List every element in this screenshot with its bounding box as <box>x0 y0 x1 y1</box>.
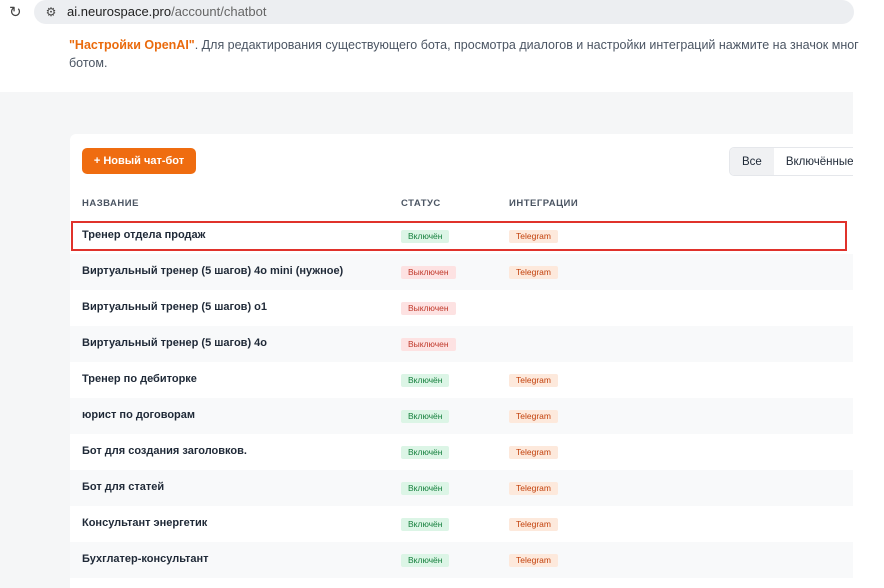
status-badge: Включён <box>401 554 450 567</box>
status-badge: Выключен <box>401 266 456 279</box>
header-name: НАЗВАНИЕ <box>82 198 139 209</box>
bot-name[interactable]: Бот для статей <box>82 481 164 493</box>
header-integrations: ИНТЕГРАЦИИ <box>509 198 579 209</box>
filter-all-button[interactable]: Все <box>730 148 774 175</box>
browser-toolbar: ↻ ⚙ ai.neurospace.pro/account/chatbot <box>0 0 884 26</box>
integration-badge: Telegram <box>509 446 558 459</box>
bot-name[interactable]: Бот для создания заголовков. <box>82 445 247 457</box>
bot-name[interactable]: Тренер по дебиторке <box>82 373 197 385</box>
status-badge: Включён <box>401 410 450 423</box>
notice-text: . Для редактирования существующего бота,… <box>194 38 859 52</box>
status-badge: Выключен <box>401 302 456 315</box>
filter-enabled-button[interactable]: Включённые <box>774 148 853 175</box>
table-row[interactable]: Бот для создания заголовков. Включён Tel… <box>70 434 853 470</box>
table-row[interactable]: Виртуальный тренер (5 шагов) 4о mini (ну… <box>70 254 853 290</box>
bot-name[interactable]: Виртуальный тренер (5 шагов) 4о <box>82 337 267 349</box>
reload-icon[interactable]: ↻ <box>9 3 25 21</box>
bot-name[interactable]: Консультант энергетик <box>82 517 207 529</box>
status-badge: Включён <box>401 518 450 531</box>
url-host: ai.neurospace.pro <box>67 4 172 19</box>
bot-name[interactable]: юрист по договорам <box>82 409 195 421</box>
status-badge: Включён <box>401 374 450 387</box>
notice-line-1: "Настройки OpenAI". Для редактирования с… <box>69 36 869 54</box>
integration-badge: Telegram <box>509 374 558 387</box>
status-badge: Выключен <box>401 338 456 351</box>
table-row[interactable]: Консультант энергетик Включён Telegram <box>70 506 853 542</box>
table-row[interactable]: Бухглатер-консультант Включён Telegram <box>70 542 853 578</box>
table-row[interactable]: Виртуальный тренер (5 шагов) о1 Выключен <box>70 290 853 326</box>
table-row[interactable]: Бот для статей Включён Telegram <box>70 470 853 506</box>
table-row[interactable]: Тренер по дебиторке Включён Telegram <box>70 362 853 398</box>
status-badge: Включён <box>401 446 450 459</box>
table-row[interactable]: Виртуальный тренер (5 шагов) 4о Выключен <box>70 326 853 362</box>
info-notice: "Настройки OpenAI". Для редактирования с… <box>69 36 869 72</box>
bot-name[interactable]: Виртуальный тренер (5 шагов) 4о mini (ну… <box>82 265 343 277</box>
table-header: НАЗВАНИЕ СТАТУС ИНТЕГРАЦИИ <box>70 194 853 212</box>
header-status: СТАТУС <box>401 198 441 209</box>
integration-badge: Telegram <box>509 518 558 531</box>
bot-name[interactable]: Бухглатер-консультант <box>82 553 209 565</box>
integration-badge: Telegram <box>509 266 558 279</box>
chatbot-table-card: + Новый чат-бот Все Включённые НАЗВАНИЕ … <box>70 134 853 588</box>
site-info-icon[interactable]: ⚙ <box>42 3 60 21</box>
integration-badge: Telegram <box>509 410 558 423</box>
openai-settings-link[interactable]: "Настройки OpenAI" <box>69 38 195 52</box>
status-badge: Включён <box>401 482 450 495</box>
row-highlight-box <box>71 221 847 251</box>
url-path: /account/chatbot <box>171 4 267 19</box>
table-row[interactable]: юрист по договорам Включён Telegram <box>70 398 853 434</box>
bot-name[interactable]: Виртуальный тренер (5 шагов) о1 <box>82 301 267 313</box>
new-chatbot-button[interactable]: + Новый чат-бот <box>82 148 196 174</box>
status-filter-group: Все Включённые <box>729 147 853 176</box>
integration-badge: Telegram <box>509 482 558 495</box>
url-text[interactable]: ai.neurospace.pro/account/chatbot <box>67 4 266 20</box>
integration-badge: Telegram <box>509 554 558 567</box>
notice-line-2: ботом. <box>69 56 108 70</box>
